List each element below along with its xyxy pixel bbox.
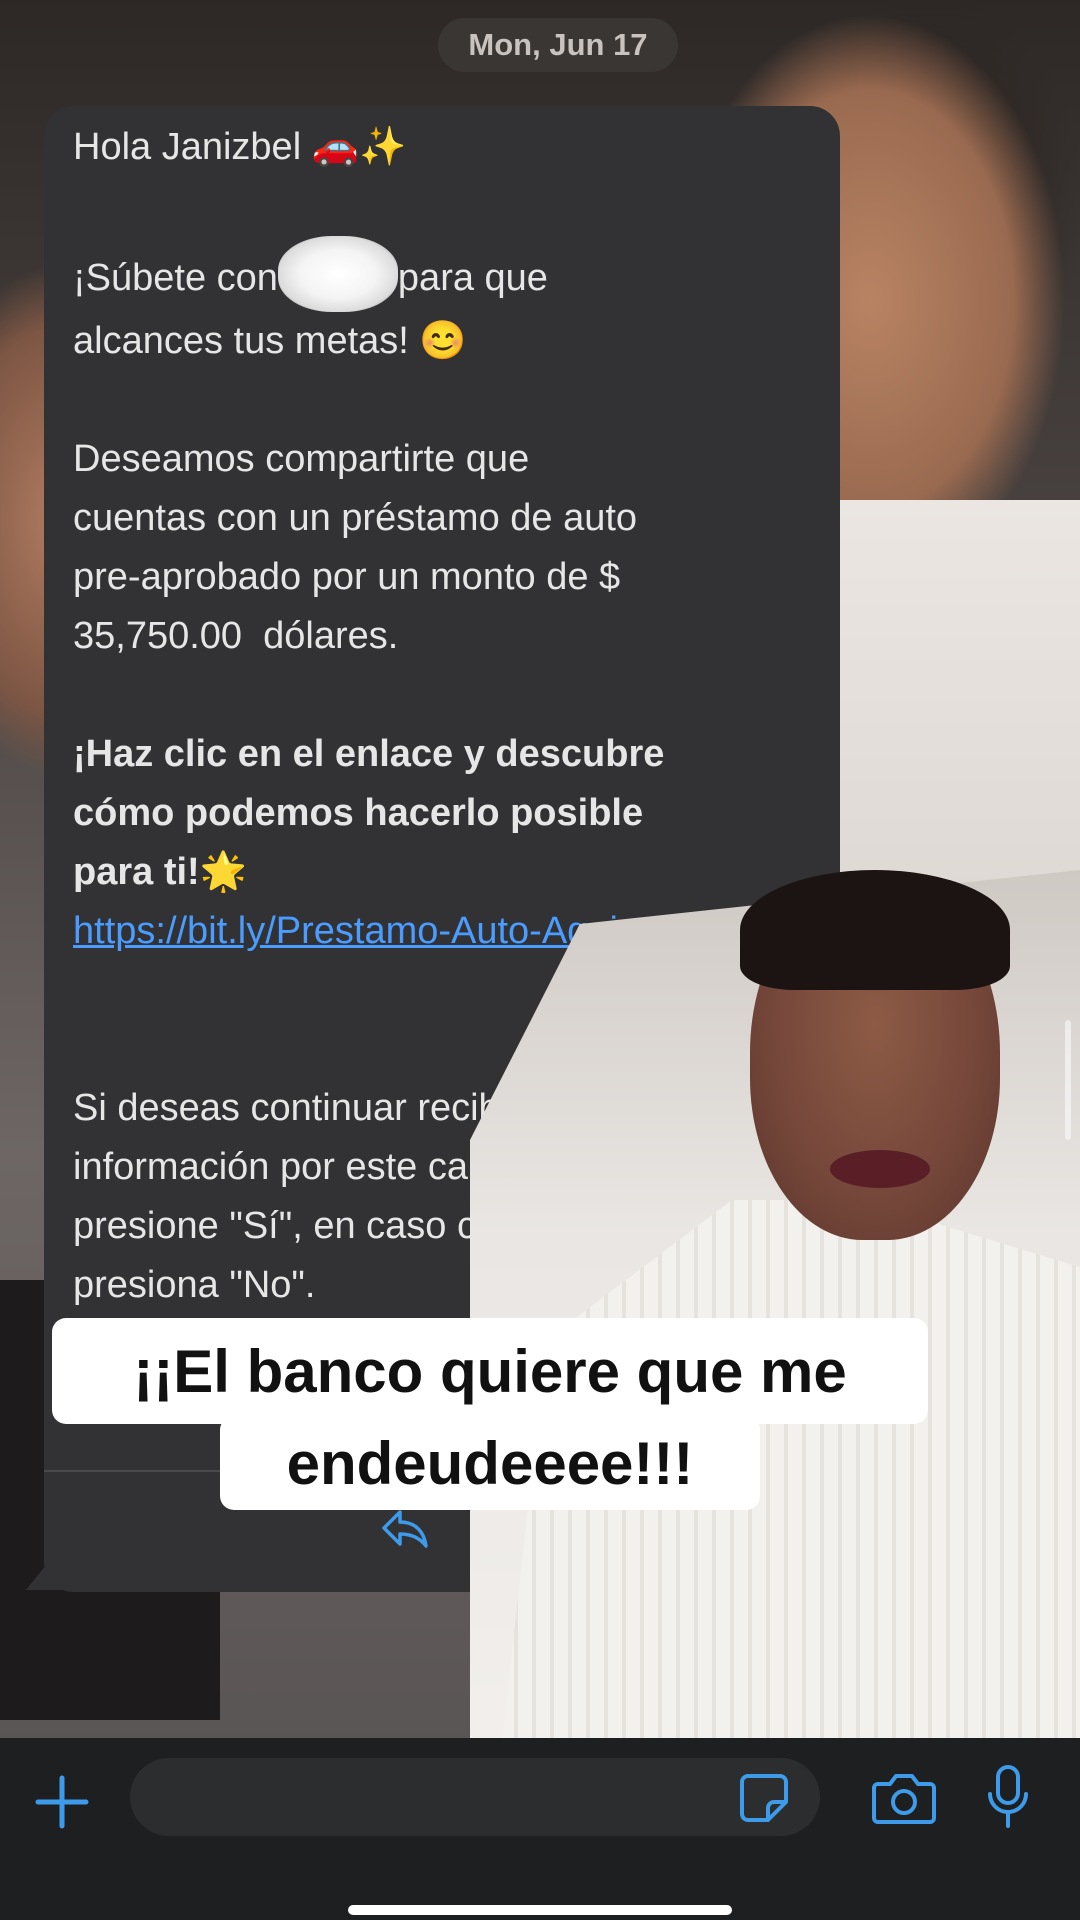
message-line: Deseamos compartirte que — [73, 438, 530, 480]
text-line1-after: para que — [397, 257, 548, 299]
plus-icon[interactable] — [32, 1772, 92, 1832]
camera-icon[interactable] — [872, 1770, 936, 1826]
caption-line-1: ¡¡El banco quiere que me — [52, 1318, 928, 1424]
caption-line-2: endeudeeee!!! — [220, 1416, 760, 1510]
sticker-icon[interactable] — [738, 1772, 790, 1824]
text-line1-before: ¡Súbete con — [73, 257, 278, 299]
greeting: Hola Janizbel 🚗✨ — [73, 126, 407, 168]
cta-line: ¡Haz clic en el enlace y descubre — [73, 733, 665, 775]
date-label: Mon, Jun 17 — [438, 18, 678, 72]
message-line: cuentas con un préstamo de auto — [73, 497, 638, 539]
cta-line: cómo podemos hacerlo posible — [73, 792, 644, 834]
cta-line: para ti!🌟 — [73, 851, 248, 893]
promo-link[interactable]: https://bit.ly/Prestamo-Auto-Aqui — [73, 910, 618, 952]
redacted-blur — [277, 236, 398, 312]
overlay-hair — [740, 870, 1010, 990]
home-indicator[interactable] — [348, 1905, 732, 1915]
message-line: ¡Súbete con para que — [73, 236, 803, 312]
overlay-lips — [830, 1150, 930, 1188]
message-line: pre-aprobado por un monto de $ — [73, 556, 621, 598]
reply-icon[interactable] — [380, 1508, 430, 1550]
microphone-icon[interactable] — [986, 1764, 1030, 1830]
message-input[interactable] — [130, 1758, 820, 1836]
message-line: 35,750.00 dólares. — [73, 615, 399, 657]
message-line: alcances tus metas! 😊 — [73, 320, 467, 362]
scroll-indicator[interactable] — [1065, 1020, 1071, 1140]
